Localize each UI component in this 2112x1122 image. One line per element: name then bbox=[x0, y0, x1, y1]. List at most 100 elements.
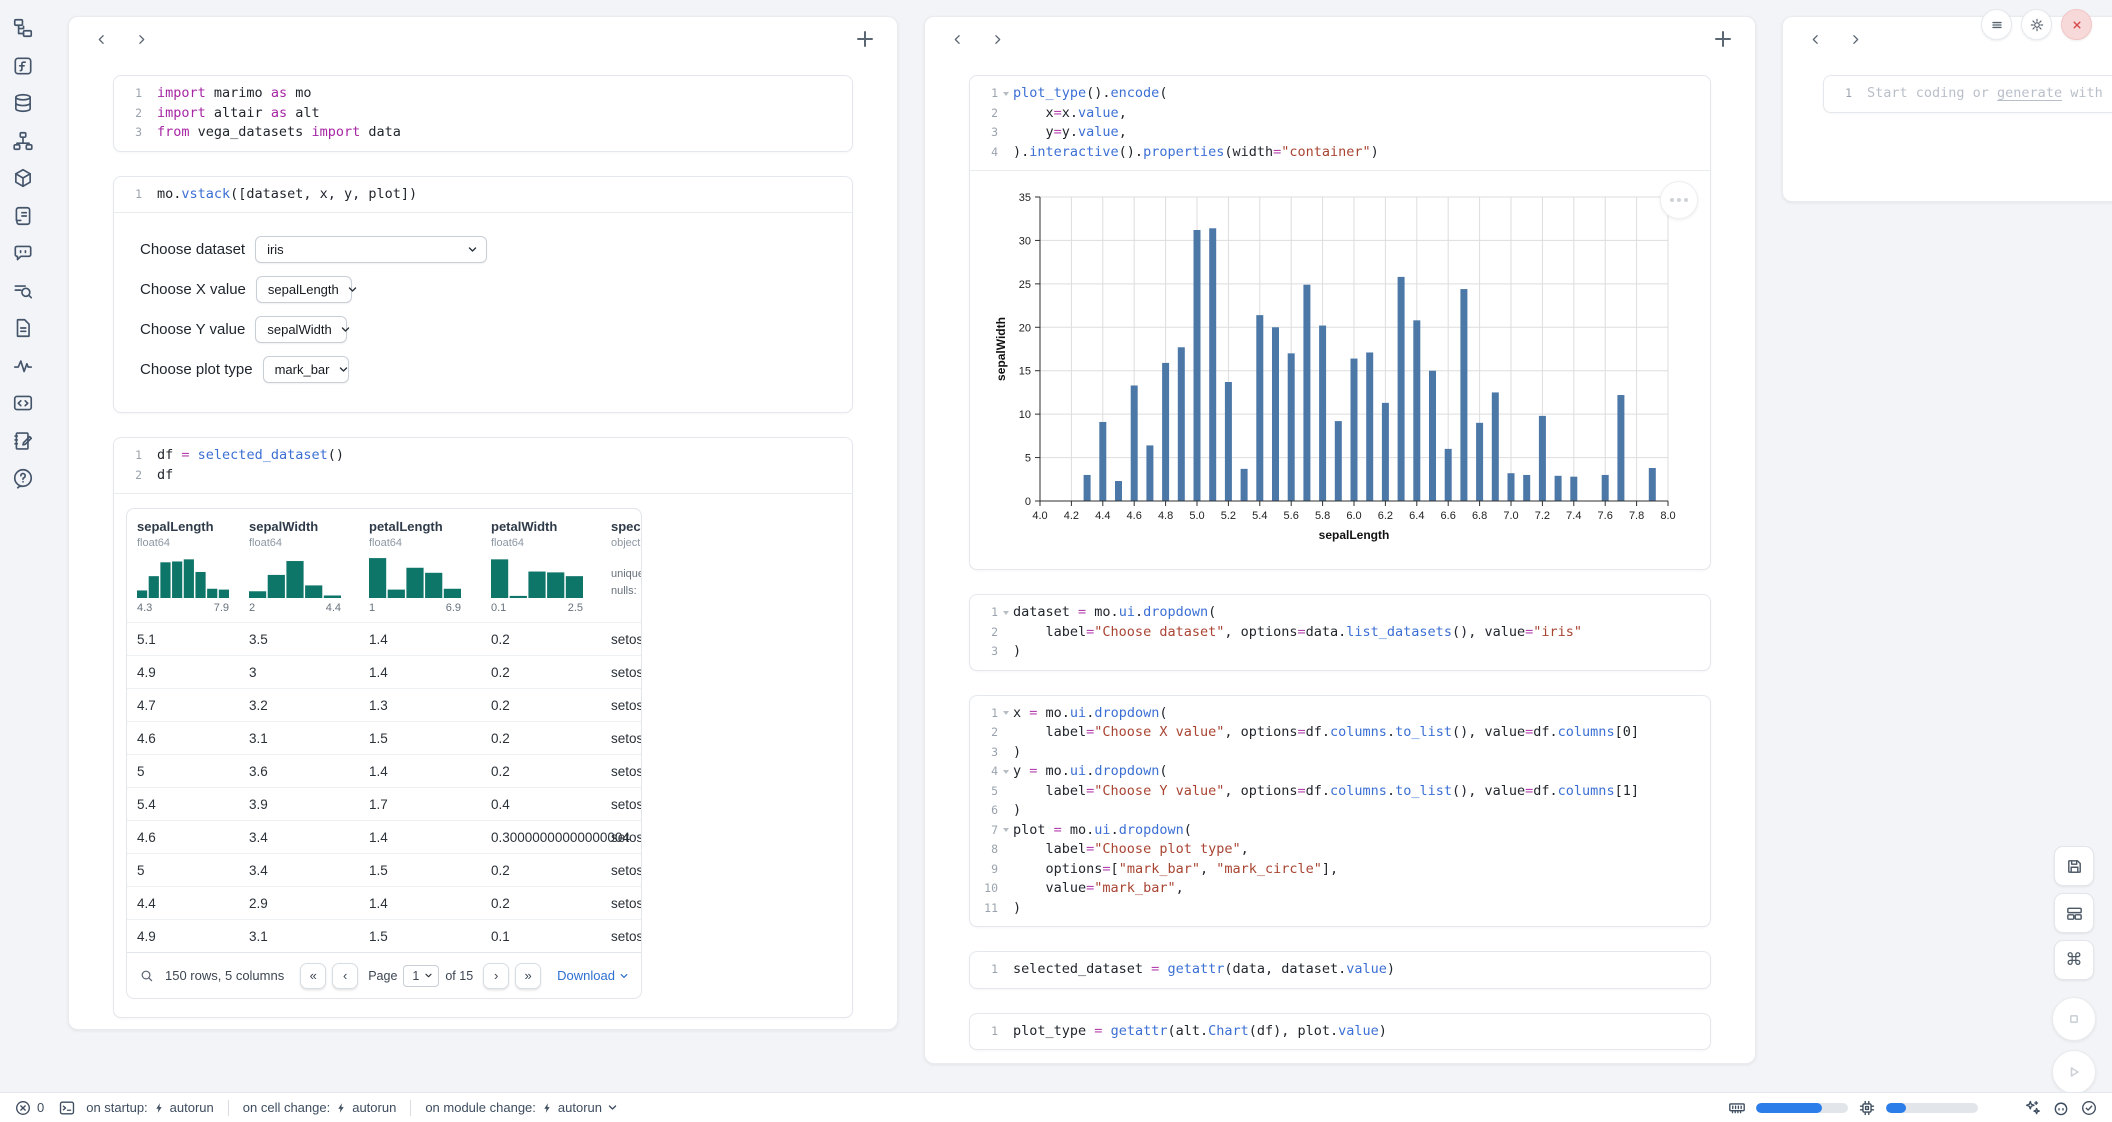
code-line[interactable]: 11) bbox=[970, 899, 1710, 919]
column-next-icon[interactable] bbox=[985, 27, 1009, 51]
code-line[interactable]: 2 x=x.value, bbox=[970, 104, 1710, 124]
column-header-petalLength[interactable]: petalLengthfloat6416.9 bbox=[359, 509, 481, 622]
code-editor-vstack[interactable]: 1mo.vstack([dataset, x, y, plot]) bbox=[114, 177, 852, 214]
code-editor-selected[interactable]: 1selected_dataset = getattr(data, datase… bbox=[970, 952, 1710, 988]
on-cell-change-setting[interactable]: on cell change: autorun bbox=[243, 1100, 397, 1115]
sparkles-icon[interactable] bbox=[2024, 1099, 2042, 1117]
code-line[interactable]: 10 value="mark_bar", bbox=[970, 879, 1710, 899]
next-page-button[interactable]: › bbox=[483, 963, 509, 989]
code-editor-imports[interactable]: 1import marimo as mo2import altair as al… bbox=[114, 76, 852, 151]
column-histogram bbox=[137, 556, 229, 598]
scratchpad-icon[interactable] bbox=[12, 430, 34, 452]
search-icon[interactable] bbox=[139, 968, 155, 984]
save-button[interactable] bbox=[2054, 846, 2094, 886]
download-button[interactable]: Download bbox=[557, 968, 629, 983]
x-value-select[interactable]: sepalLength bbox=[256, 276, 352, 303]
on-module-change-setting[interactable]: on module change: autorun bbox=[425, 1100, 618, 1115]
document-icon[interactable] bbox=[12, 317, 34, 339]
package-icon[interactable] bbox=[12, 167, 34, 189]
gear-icon[interactable] bbox=[2021, 9, 2052, 40]
database-icon[interactable] bbox=[12, 92, 34, 114]
column-next-icon[interactable] bbox=[129, 27, 153, 51]
activity-icon[interactable] bbox=[12, 355, 34, 377]
column-header-sepalWidth[interactable]: sepalWidthfloat6424.4 bbox=[239, 509, 359, 622]
snippets-icon[interactable] bbox=[12, 392, 34, 414]
code-editor-plot-type[interactable]: 1plot_type = getattr(alt.Chart(df), plot… bbox=[970, 1014, 1710, 1050]
list-search-icon[interactable] bbox=[12, 280, 34, 302]
column-prev-icon[interactable] bbox=[945, 27, 969, 51]
dataset-select[interactable]: iris bbox=[255, 236, 487, 263]
page-number-select[interactable]: 1 bbox=[403, 965, 439, 987]
code-editor-df[interactable]: 1df = selected_dataset()2df bbox=[114, 438, 852, 494]
plot-type-select[interactable]: mark_bar bbox=[263, 356, 349, 383]
file-tree-icon[interactable] bbox=[12, 17, 34, 39]
column-header-petalWidth[interactable]: petalWidthfloat640.12.5 bbox=[481, 509, 601, 622]
column-prev-icon[interactable] bbox=[89, 27, 113, 51]
function-square-icon[interactable] bbox=[12, 55, 34, 77]
code-line[interactable]: 1mo.vstack([dataset, x, y, plot]) bbox=[114, 185, 852, 205]
prev-page-button[interactable]: ‹ bbox=[332, 963, 358, 989]
code-editor-plot[interactable]: 1plot_type().encode(2 x=x.value,3 y=y.va… bbox=[970, 76, 1710, 171]
code-line[interactable]: 2import altair as alt bbox=[114, 104, 852, 124]
code-editor-widgets[interactable]: 1x = mo.ui.dropdown(2 label="Choose X va… bbox=[970, 696, 1710, 927]
bar bbox=[1539, 416, 1546, 501]
notebook-column-3: 1 Start coding or generate with bbox=[1782, 16, 2112, 202]
code-line[interactable]: 2 label="Choose X value", options=df.col… bbox=[970, 723, 1710, 743]
code-line[interactable]: 3) bbox=[970, 642, 1710, 662]
code-line[interactable]: 8 label="Choose plot type", bbox=[970, 840, 1710, 860]
last-page-button[interactable]: » bbox=[515, 963, 541, 989]
code-line[interactable]: 9 options=["mark_bar", "mark_circle"], bbox=[970, 860, 1710, 880]
table-summary: 150 rows, 5 columns bbox=[165, 968, 284, 983]
keyboard-shortcuts-button[interactable]: ⌘ bbox=[2054, 940, 2094, 980]
code-line[interactable]: 4y = mo.ui.dropdown( bbox=[970, 762, 1710, 782]
code-line[interactable]: 1df = selected_dataset() bbox=[114, 446, 852, 466]
terminal-button[interactable] bbox=[58, 1099, 76, 1117]
code-line[interactable]: 2df bbox=[114, 466, 852, 486]
add-cell-icon[interactable] bbox=[1711, 27, 1735, 51]
chat-bot-icon[interactable] bbox=[12, 242, 34, 264]
menu-icon[interactable] bbox=[1981, 9, 2012, 40]
generate-link[interactable]: generate bbox=[1997, 85, 2062, 101]
add-cell-icon[interactable] bbox=[853, 27, 877, 51]
code-line[interactable]: 3) bbox=[970, 743, 1710, 763]
on-startup-setting[interactable]: on startup: autorun bbox=[86, 1100, 214, 1115]
code-line[interactable]: 1selected_dataset = getattr(data, datase… bbox=[970, 960, 1710, 980]
column-header-sepalLength[interactable]: sepalLengthfloat644.37.9 bbox=[127, 509, 239, 622]
chart-actions-icon[interactable] bbox=[1660, 181, 1698, 219]
help-icon[interactable] bbox=[12, 467, 34, 489]
column-header-species[interactable]: speciesobjectunique:nulls: bbox=[601, 509, 641, 622]
table-cell: 3.6 bbox=[239, 764, 359, 779]
code-line[interactable]: 3 y=y.value, bbox=[970, 123, 1710, 143]
cell-widget-dropdowns: 1x = mo.ui.dropdown(2 label="Choose X va… bbox=[969, 695, 1711, 928]
altair-bar-chart[interactable]: 4.04.24.44.64.85.05.25.45.65.86.06.26.46… bbox=[992, 183, 1696, 555]
code-editor-dataset[interactable]: 1dataset = mo.ui.dropdown(2 label="Choos… bbox=[970, 595, 1710, 670]
code-line[interactable]: 1plot_type().encode( bbox=[970, 84, 1710, 104]
code-line[interactable]: 4).interactive().properties(width="conta… bbox=[970, 143, 1710, 163]
empty-cell-editor[interactable]: 1 Start coding or generate with bbox=[1824, 76, 2112, 112]
scroll-icon[interactable] bbox=[12, 205, 34, 227]
dependency-graph-icon[interactable] bbox=[12, 130, 34, 152]
layout-grid-button[interactable] bbox=[2054, 893, 2094, 933]
stop-button[interactable] bbox=[2052, 997, 2096, 1041]
code-line[interactable]: 5 label="Choose Y value", options=df.col… bbox=[970, 782, 1710, 802]
close-icon[interactable] bbox=[2061, 9, 2092, 40]
code-line[interactable]: 1x = mo.ui.dropdown( bbox=[970, 704, 1710, 724]
connection-status-icon[interactable] bbox=[2080, 1099, 2098, 1117]
table-scroll-area[interactable]: sepalLengthfloat644.37.9sepalWidthfloat6… bbox=[127, 509, 641, 952]
code-line[interactable]: 7plot = mo.ui.dropdown( bbox=[970, 821, 1710, 841]
column-prev-icon[interactable] bbox=[1803, 27, 1827, 51]
code-line[interactable]: 1import marimo as mo bbox=[114, 84, 852, 104]
assistant-icon[interactable] bbox=[2052, 1099, 2070, 1117]
code-line[interactable]: 6) bbox=[970, 801, 1710, 821]
code-line[interactable]: 3from vega_datasets import data bbox=[114, 123, 852, 143]
y-value-select[interactable]: sepalWidth bbox=[255, 316, 347, 343]
code-line[interactable]: 1dataset = mo.ui.dropdown( bbox=[970, 603, 1710, 623]
column-next-icon[interactable] bbox=[1843, 27, 1867, 51]
first-page-button[interactable]: « bbox=[300, 963, 326, 989]
errors-indicator[interactable]: 0 bbox=[14, 1099, 44, 1117]
code-line[interactable]: 2 label="Choose dataset", options=data.l… bbox=[970, 623, 1710, 643]
table-row: 4.73.21.30.2setosa bbox=[127, 688, 641, 721]
run-button[interactable] bbox=[2052, 1050, 2096, 1094]
page-count-label: of 15 bbox=[445, 969, 473, 983]
code-line[interactable]: 1plot_type = getattr(alt.Chart(df), plot… bbox=[970, 1022, 1710, 1042]
